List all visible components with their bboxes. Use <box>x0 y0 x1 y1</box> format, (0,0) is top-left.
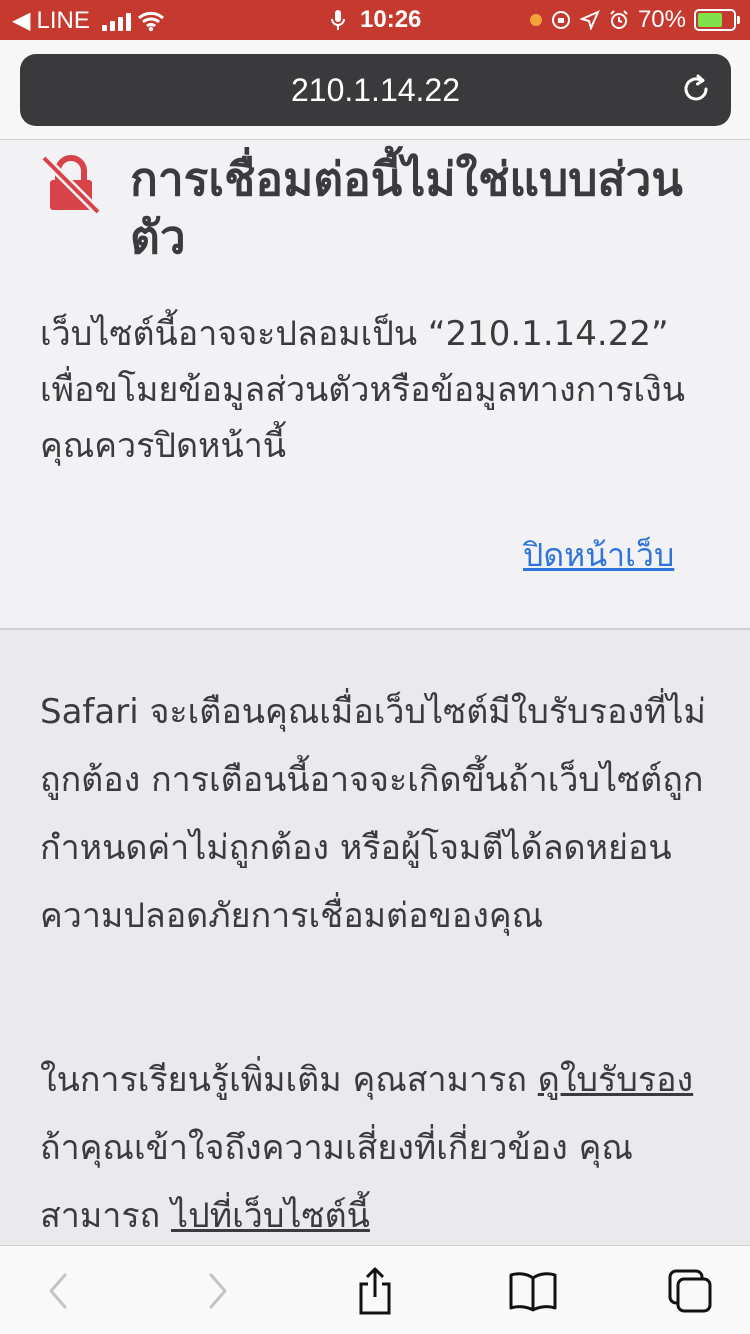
chevron-right-icon <box>209 1273 227 1309</box>
broken-lock-icon <box>40 154 102 216</box>
warning-title: การเชื่อมต่อนี้ไม่ใช่แบบส่วนตัว <box>130 152 683 264</box>
share-icon <box>359 1267 391 1315</box>
warning-body: เว็บไซต์นี้อาจจะปลอมเป็น “210.1.14.22” เ… <box>40 314 685 466</box>
visit-website-link[interactable]: ไปที่เว็บไซต์นี้ <box>171 1196 370 1236</box>
recording-dot-icon <box>529 14 542 26</box>
status-bar: ◀ LINE 10:26 70% <box>0 0 750 40</box>
status-time: 10:26 <box>360 6 422 33</box>
chevron-left-icon <box>49 1273 67 1309</box>
address-toolbar: 210.1.14.22 <box>0 40 750 140</box>
share-button[interactable] <box>347 1266 403 1316</box>
battery-icon <box>694 9 740 31</box>
battery-percent: 70% <box>637 6 686 33</box>
view-certificate-link[interactable]: ดูใบรับรอง <box>538 1060 693 1100</box>
back-app-label[interactable]: LINE <box>36 7 89 35</box>
battery-fill <box>698 13 722 27</box>
details-paragraph: Safari จะเตือนคุณเมื่อเว็บไซต์มีใบรับรอง… <box>40 692 706 936</box>
url-text[interactable]: 210.1.14.22 <box>291 72 460 109</box>
url-field[interactable]: 210.1.14.22 <box>20 54 731 126</box>
forward-button[interactable] <box>190 1266 246 1316</box>
tabs-icon <box>668 1269 712 1313</box>
learn-more-paragraph: ในการเรียนรู้เพิ่มเติม คุณสามารถ ดูใบรับ… <box>40 1046 720 1250</box>
close-page-link[interactable]: ปิดหน้าเว็บ <box>523 530 674 581</box>
back-to-app-icon[interactable]: ◀ <box>12 6 30 35</box>
bookmarks-button[interactable] <box>505 1266 561 1316</box>
wifi-icon <box>137 11 164 31</box>
reload-icon[interactable] <box>679 72 713 106</box>
status-left[interactable]: ◀ LINE <box>12 6 165 35</box>
alarm-icon <box>610 10 628 29</box>
book-icon <box>509 1272 557 1312</box>
status-right: 70% <box>529 6 740 34</box>
status-center: 10:26 <box>330 6 421 34</box>
tabs-button[interactable] <box>662 1266 718 1316</box>
back-button[interactable] <box>30 1266 86 1316</box>
learn-more-prefix: ในการเรียนรู้เพิ่มเติม คุณสามารถ <box>40 1060 538 1100</box>
location-icon <box>579 10 600 30</box>
bottom-toolbar <box>0 1245 750 1334</box>
microphone-icon <box>331 10 345 30</box>
rotation-lock-icon <box>551 11 570 29</box>
signal-icon <box>101 11 131 31</box>
